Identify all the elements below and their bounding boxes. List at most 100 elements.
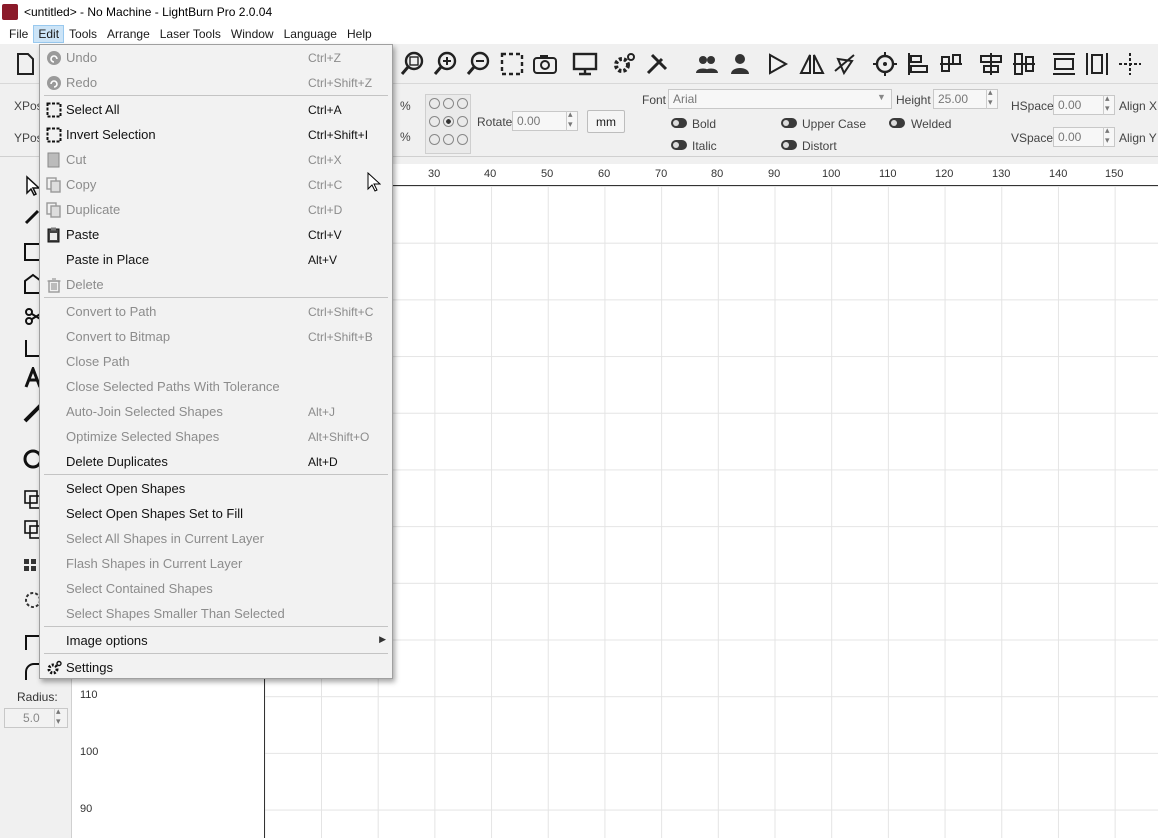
- menu-edit[interactable]: Edit: [33, 24, 65, 43]
- distribute-horizontal-icon[interactable]: [1051, 51, 1077, 77]
- welded-toggle[interactable]: [889, 118, 905, 128]
- menu-item-convert-to-bitmap[interactable]: Convert to Bitmap Ctrl+Shift+B: [40, 324, 392, 349]
- menu-item-copy[interactable]: Copy Ctrl+C: [40, 172, 392, 197]
- submenu-arrow-icon: ▶: [379, 634, 386, 644]
- flip-horizontal-icon[interactable]: [766, 51, 792, 77]
- align-x-label: Align X: [1119, 99, 1158, 113]
- bold-toggle[interactable]: [671, 118, 687, 128]
- units-button[interactable]: mm: [587, 110, 625, 133]
- menu-item-close-path[interactable]: Close Path: [40, 349, 392, 374]
- origin-center[interactable]: [443, 116, 454, 127]
- align-center-icon[interactable]: [872, 51, 898, 77]
- menu-item-close-selected-paths-with-tolerance[interactable]: Close Selected Paths With Tolerance: [40, 374, 392, 399]
- radius-spinner[interactable]: [54, 706, 64, 728]
- menu-item-flash-shapes-in-current-layer[interactable]: Flash Shapes in Current Layer: [40, 551, 392, 576]
- menu-separator: [44, 474, 388, 475]
- origin-bottom-right[interactable]: [457, 134, 468, 145]
- design-canvas[interactable]: [264, 186, 1158, 838]
- mirror-across-line-icon[interactable]: [832, 51, 858, 77]
- camera-icon[interactable]: [532, 51, 558, 77]
- origin-top-right[interactable]: [457, 98, 468, 109]
- font-select[interactable]: Arial: [668, 89, 892, 109]
- menu-item-optimize-selected-shapes[interactable]: Optimize Selected Shapes Alt+Shift+O: [40, 424, 392, 449]
- group-icon[interactable]: [694, 51, 720, 77]
- move-to-position-icon[interactable]: [1117, 51, 1143, 77]
- cut-icon: [46, 152, 62, 168]
- zoom-out-icon[interactable]: [466, 51, 492, 77]
- menu-item-redo[interactable]: Redo Ctrl+Shift+Z: [40, 70, 392, 95]
- origin-top-left[interactable]: [429, 98, 440, 109]
- menu-help[interactable]: Help: [342, 25, 377, 43]
- menu-item-invert-selection[interactable]: Invert Selection Ctrl+Shift+I: [40, 122, 392, 147]
- menu-item-auto-join-selected-shapes[interactable]: Auto-Join Selected Shapes Alt+J: [40, 399, 392, 424]
- menu-item-duplicate[interactable]: Duplicate Ctrl+D: [40, 197, 392, 222]
- menu-item-paste-in-place[interactable]: Paste in Place Alt+V: [40, 247, 392, 272]
- italic-toggle[interactable]: [671, 140, 687, 150]
- origin-bottom-center[interactable]: [443, 134, 454, 145]
- align-top-icon[interactable]: [978, 51, 1004, 77]
- redo-icon: [46, 75, 62, 91]
- zoom-page-icon[interactable]: [400, 51, 426, 77]
- menu-item-select-shapes-smaller-than-selected[interactable]: Select Shapes Smaller Than Selected: [40, 601, 392, 626]
- menu-item-select-all[interactable]: Select All Ctrl+A: [40, 97, 392, 122]
- ruler-tick: 40: [484, 168, 497, 180]
- menu-item-select-contained-shapes[interactable]: Select Contained Shapes: [40, 576, 392, 601]
- menu-item-settings[interactable]: Settings: [40, 655, 392, 680]
- menu-item-delete[interactable]: Delete: [40, 272, 392, 297]
- menu-item-convert-to-path[interactable]: Convert to Path Ctrl+Shift+C: [40, 299, 392, 324]
- paste-icon: [46, 227, 62, 243]
- menu-language[interactable]: Language: [279, 25, 342, 43]
- menu-laser-tools[interactable]: Laser Tools: [155, 25, 226, 43]
- menu-item-cut[interactable]: Cut Ctrl+X: [40, 147, 392, 172]
- menu-item-image-options[interactable]: Image options ▶: [40, 628, 392, 653]
- menu-file[interactable]: File: [4, 25, 33, 43]
- frame-selection-icon[interactable]: [499, 51, 525, 77]
- upper-case-toggle[interactable]: [781, 118, 797, 128]
- menu-item-paste[interactable]: Paste Ctrl+V: [40, 222, 392, 247]
- align-right-icon[interactable]: [938, 51, 964, 77]
- origin-bottom-left[interactable]: [429, 134, 440, 145]
- menu-tools[interactable]: Tools: [64, 25, 102, 43]
- distort-toggle[interactable]: [781, 140, 797, 150]
- menu-item-select-all-shapes-in-current-layer[interactable]: Select All Shapes in Current Layer: [40, 526, 392, 551]
- undo-icon: [46, 50, 62, 66]
- hspace-spinner[interactable]: [1103, 93, 1113, 115]
- zoom-in-icon[interactable]: [433, 51, 459, 77]
- ungroup-icon[interactable]: [727, 51, 753, 77]
- upper-case-label: Upper Case: [802, 117, 867, 131]
- height-spinner[interactable]: [986, 87, 996, 109]
- font-dropdown-arrow-icon[interactable]: ▼: [877, 92, 886, 102]
- rotate-spinner[interactable]: [566, 109, 576, 131]
- align-left-icon[interactable]: [905, 51, 931, 77]
- menu-separator: [44, 653, 388, 654]
- new-file-icon[interactable]: [12, 51, 38, 77]
- ruler-tick: 100: [822, 168, 841, 180]
- width-percent-label: %: [400, 99, 411, 113]
- menu-item-delete-duplicates[interactable]: Delete Duplicates Alt+D: [40, 449, 392, 474]
- mirror-icon[interactable]: [799, 51, 825, 77]
- vspace-spinner[interactable]: [1103, 125, 1113, 147]
- copy-icon: [46, 177, 62, 193]
- lightburn-logo-icon: [2, 3, 18, 20]
- mouse-cursor-icon: [367, 171, 382, 195]
- rotate-label: Rotate: [477, 115, 513, 129]
- menu-item-select-open-shapes-set-to-fill[interactable]: Select Open Shapes Set to Fill: [40, 501, 392, 526]
- origin-middle-right[interactable]: [457, 116, 468, 127]
- menu-bar: File Edit Tools Arrange Laser Tools Wind…: [0, 23, 1158, 44]
- origin-top-center[interactable]: [443, 98, 454, 109]
- origin-selector[interactable]: [425, 94, 471, 154]
- trash-icon: [46, 277, 62, 293]
- tools-icon[interactable]: [644, 51, 670, 77]
- menu-item-undo[interactable]: Undo Ctrl+Z: [40, 45, 392, 70]
- title-bar: <untitled> - No Machine - LightBurn Pro …: [0, 0, 1158, 23]
- origin-middle-left[interactable]: [429, 116, 440, 127]
- menu-item-select-open-shapes[interactable]: Select Open Shapes: [40, 476, 392, 501]
- menu-separator: [44, 626, 388, 627]
- align-middle-icon[interactable]: [1011, 51, 1037, 77]
- distribute-vertical-icon[interactable]: [1084, 51, 1110, 77]
- machine-settings-icon[interactable]: [611, 51, 637, 77]
- vspace-label: VSpace: [1011, 131, 1054, 145]
- menu-window[interactable]: Window: [226, 25, 279, 43]
- menu-arrange[interactable]: Arrange: [102, 25, 155, 43]
- monitor-icon[interactable]: [572, 51, 598, 77]
